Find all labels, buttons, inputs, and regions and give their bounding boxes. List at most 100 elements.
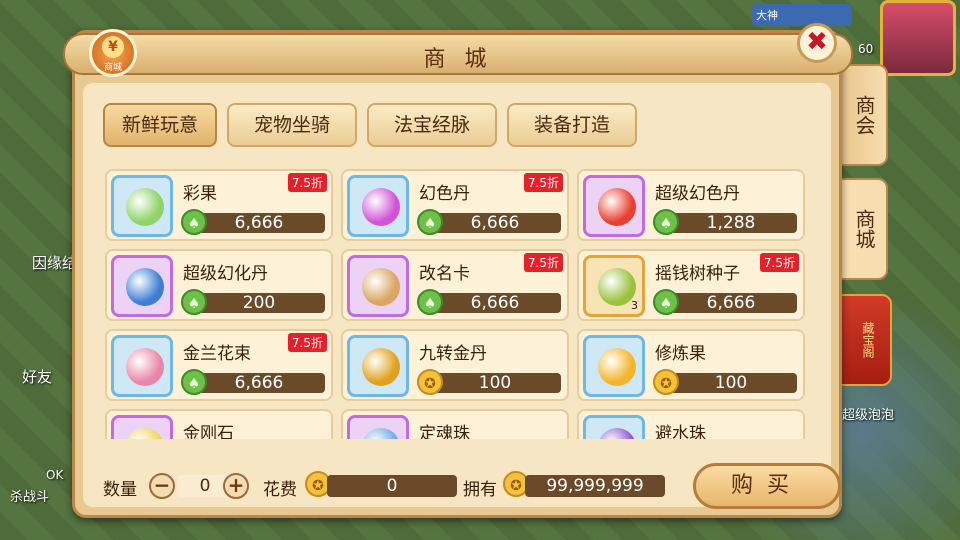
item-image bbox=[126, 428, 164, 439]
title-bar: 商 城 bbox=[63, 33, 853, 75]
buy-button[interactable]: 购买 bbox=[693, 463, 841, 509]
discount-badge: 7.5折 bbox=[523, 173, 563, 192]
close-button[interactable]: ✖ bbox=[797, 23, 837, 63]
item-name: 定魂珠 bbox=[419, 424, 470, 439]
item-grid: 彩果 7.5折 6,666 ♠ 幻色丹 7.5折 6,666 ♠ 超级幻色丹 1,288 ♠ 超… bbox=[105, 169, 811, 439]
item-price: 100 bbox=[665, 373, 797, 393]
item-icon bbox=[583, 175, 645, 237]
item-icon bbox=[111, 255, 173, 317]
item-icon bbox=[111, 415, 173, 439]
item-image bbox=[126, 348, 164, 386]
discount-badge: 7.5折 bbox=[523, 253, 563, 272]
tab-novelties[interactable]: 新鲜玩意 bbox=[103, 103, 217, 147]
item-name: 金刚石 bbox=[183, 424, 234, 439]
item-price: 200 bbox=[193, 293, 325, 313]
gold-currency-icon: ✪ bbox=[417, 369, 443, 395]
item-icon bbox=[111, 335, 173, 397]
plus-button[interactable]: + bbox=[223, 473, 249, 499]
hud-name-bar: 大神 bbox=[752, 4, 852, 26]
item-price: 100 bbox=[429, 373, 561, 393]
bg-label-bubble: 超级泡泡 bbox=[842, 408, 895, 423]
hud-level: 60 bbox=[858, 42, 874, 56]
owned-label: 拥有 bbox=[463, 480, 497, 500]
purchase-bar: 数量 − 0 + 花费 ✪ 0 拥有 ✪ 99,999,999 购买 bbox=[103, 463, 841, 509]
shop-item[interactable]: 幻色丹 7.5折 6,666 ♠ bbox=[341, 169, 569, 241]
cost-label: 花费 bbox=[263, 480, 297, 500]
player-avatar[interactable] bbox=[880, 0, 956, 76]
item-price: 6,666 bbox=[665, 293, 797, 313]
shop-icon-label: 商城 bbox=[103, 63, 122, 73]
item-icon bbox=[583, 415, 645, 439]
bg-label-battle: 杀战斗 bbox=[10, 490, 50, 505]
item-icon bbox=[347, 415, 409, 439]
bg-label-ok: OK bbox=[46, 468, 64, 482]
panel-title: 商 城 bbox=[423, 47, 493, 72]
shop-item[interactable]: 金刚石 bbox=[105, 409, 333, 439]
item-icon bbox=[347, 335, 409, 397]
side-tab-mall[interactable]: 商城 bbox=[836, 178, 888, 280]
tab-treasures-meridians[interactable]: 法宝经脉 bbox=[367, 103, 497, 147]
shop-item[interactable]: 超级幻色丹 1,288 ♠ bbox=[577, 169, 805, 241]
item-name: 修炼果 bbox=[655, 344, 706, 364]
item-icon bbox=[111, 175, 173, 237]
item-price: 6,666 bbox=[429, 293, 561, 313]
tab-pets-mounts[interactable]: 宠物坐骑 bbox=[227, 103, 357, 147]
quantity-label: 数量 bbox=[103, 480, 137, 500]
item-name: 超级幻化丹 bbox=[183, 264, 268, 284]
item-name: 彩果 bbox=[183, 184, 217, 204]
discount-badge: 7.5折 bbox=[287, 333, 327, 352]
item-icon bbox=[347, 175, 409, 237]
shop-item[interactable]: 改名卡 7.5折 6,666 ♠ bbox=[341, 249, 569, 321]
discount-badge: 7.5折 bbox=[759, 253, 799, 272]
item-image bbox=[362, 268, 400, 306]
item-image bbox=[362, 428, 400, 439]
jade-currency-icon: ♠ bbox=[417, 209, 443, 235]
item-image bbox=[598, 348, 636, 386]
category-tabs: 新鲜玩意 宠物坐骑 法宝经脉 装备打造 bbox=[103, 103, 637, 147]
item-price: 6,666 bbox=[193, 373, 325, 393]
item-price: 6,666 bbox=[193, 213, 325, 233]
item-price: 1,288 bbox=[665, 213, 797, 233]
jade-currency-icon: ♠ bbox=[653, 289, 679, 315]
shop-item[interactable]: 彩果 7.5折 6,666 ♠ bbox=[105, 169, 333, 241]
minus-button[interactable]: − bbox=[149, 473, 175, 499]
tab-equipment-forging[interactable]: 装备打造 bbox=[507, 103, 637, 147]
item-image bbox=[598, 188, 636, 226]
item-name: 九转金丹 bbox=[419, 344, 487, 364]
shop-item[interactable]: 九转金丹 100 ✪ bbox=[341, 329, 569, 401]
shop-item[interactable]: 3 摇钱树种子 7.5折 6,666 ♠ bbox=[577, 249, 805, 321]
jade-currency-icon: ♠ bbox=[181, 369, 207, 395]
item-name: 避水珠 bbox=[655, 424, 706, 439]
shop-item[interactable]: 定魂珠 bbox=[341, 409, 569, 439]
item-icon: 3 bbox=[583, 255, 645, 317]
shop-item[interactable]: 金兰花束 7.5折 6,666 ♠ bbox=[105, 329, 333, 401]
item-price: 6,666 bbox=[429, 213, 561, 233]
item-image bbox=[362, 188, 400, 226]
owned-value: 99,999,999 bbox=[525, 475, 665, 497]
item-image bbox=[126, 268, 164, 306]
gold-currency-icon: ✪ bbox=[653, 369, 679, 395]
bg-label-friend[interactable]: 好友 bbox=[22, 366, 52, 387]
jade-currency-icon: ♠ bbox=[653, 209, 679, 235]
item-name: 改名卡 bbox=[419, 264, 470, 284]
jade-currency-icon: ♠ bbox=[181, 289, 207, 315]
item-image bbox=[126, 188, 164, 226]
side-tab-treasure[interactable]: 藏宝阁 bbox=[840, 294, 892, 386]
discount-badge: 7.5折 bbox=[287, 173, 327, 192]
shop-panel: 商 城 ¥ 商城 ✖ 新鲜玩意 宠物坐骑 法宝经脉 装备打造 彩果 7.5折 6,6… bbox=[63, 23, 853, 518]
item-image bbox=[598, 428, 636, 439]
shop-icon: ¥ 商城 bbox=[89, 29, 137, 77]
hud-name: 大神 bbox=[756, 9, 778, 22]
jade-currency-icon: ♠ bbox=[181, 209, 207, 235]
cost-value: 0 bbox=[327, 475, 457, 497]
side-tab-guild-shop[interactable]: 商会 bbox=[836, 64, 888, 166]
item-name: 金兰花束 bbox=[183, 344, 251, 364]
shop-item[interactable]: 避水珠 bbox=[577, 409, 805, 439]
shop-item[interactable]: 修炼果 100 ✪ bbox=[577, 329, 805, 401]
item-icon bbox=[583, 335, 645, 397]
item-name: 幻色丹 bbox=[419, 184, 470, 204]
yen-icon: ¥ bbox=[102, 36, 124, 58]
item-name: 超级幻色丹 bbox=[655, 184, 740, 204]
shop-item[interactable]: 超级幻化丹 200 ♠ bbox=[105, 249, 333, 321]
item-stack-count: 3 bbox=[631, 299, 638, 312]
